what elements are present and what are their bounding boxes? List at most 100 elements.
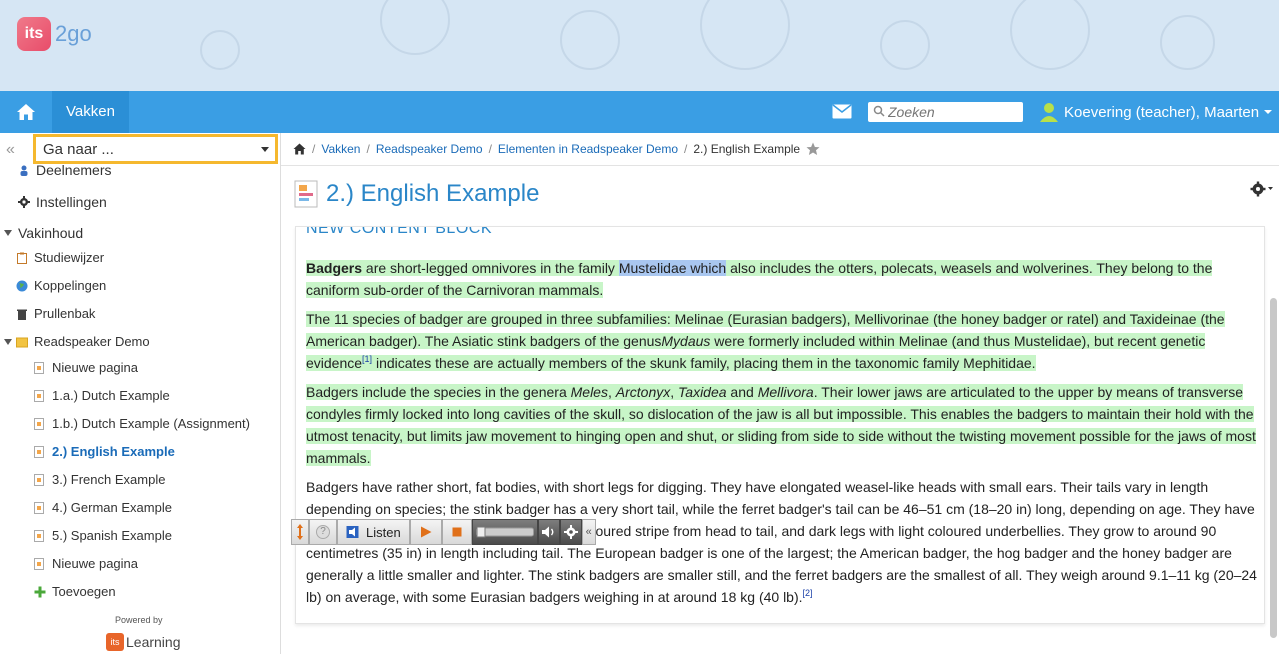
its2go-logo[interactable]: its 2go — [17, 17, 92, 51]
p3-comma-1: , — [607, 384, 616, 400]
readspeaker-listen-button[interactable]: Listen — [337, 519, 410, 545]
page-icon — [34, 501, 44, 514]
sidebar-item-label: Vakinhoud — [18, 225, 84, 241]
sidebar-item-label: Readspeaker Demo — [34, 334, 150, 349]
article-text: Badgers are short-legged omnivores in th… — [306, 257, 1261, 615]
selected-text: Mustelidae which — [618, 260, 727, 276]
breadcrumb-link-vakken[interactable]: Vakken — [321, 142, 360, 156]
sidebar-item-nieuwe-pagina-2[interactable]: Nieuwe pagina — [34, 556, 138, 571]
sidebar-item-label: 1.a.) Dutch Example — [52, 388, 170, 403]
page-icon — [34, 445, 44, 458]
readspeaker-progress-slider[interactable] — [471, 519, 538, 545]
sidebar-item-label: 1.b.) Dutch Example (Assignment) — [52, 416, 250, 431]
p3-italic-3: Taxidea — [678, 384, 727, 400]
sidebar-item-label: Instellingen — [36, 194, 107, 210]
paragraph-2: The 11 species of badger are grouped in … — [306, 308, 1261, 374]
scrollbar-thumb[interactable] — [1270, 298, 1277, 638]
logo-box: its — [17, 17, 51, 51]
sidebar-item-instellingen[interactable]: Instellingen — [18, 194, 107, 210]
p3-and: and — [726, 384, 758, 400]
user-menu[interactable]: Koevering (teacher), Maarten — [1040, 101, 1273, 123]
readspeaker-volume-button[interactable] — [537, 519, 560, 545]
progress-track — [475, 526, 534, 538]
search-input[interactable] — [868, 102, 1023, 122]
resize-vertical-icon — [297, 524, 303, 540]
play-icon — [420, 526, 432, 538]
sidebar-section-vakinhoud[interactable]: Vakinhoud — [4, 225, 83, 241]
itslearning-logo-box: its — [106, 633, 124, 651]
triangle-icon — [4, 230, 12, 236]
p3-text-a: Badgers include the species in the gener… — [306, 384, 571, 400]
readspeaker-play-button[interactable] — [409, 519, 442, 545]
home-icon — [17, 104, 35, 120]
breadcrumb-link-elementen[interactable]: Elementen in Readspeaker Demo — [498, 142, 678, 156]
sidebar-item-prullenbak[interactable]: Prullenbak — [16, 306, 95, 321]
goto-row: « Ga naar ... — [0, 133, 280, 165]
sidebar-item-deelnemers[interactable]: Deelnemers — [18, 162, 111, 178]
sidebar-item-label: 3.) French Example — [52, 472, 166, 487]
sidebar-item-label: Deelnemers — [36, 162, 112, 178]
readspeaker-stop-button[interactable] — [441, 519, 472, 545]
header-banner: its 2go — [0, 0, 1279, 91]
page-icon — [34, 417, 44, 430]
sidebar-item-dutch-assignment[interactable]: 1.b.) Dutch Example (Assignment) — [34, 416, 250, 431]
readspeaker-help-button[interactable]: ? — [309, 519, 337, 545]
clipboard-icon — [17, 252, 27, 264]
sidebar-item-english-example[interactable]: 2.) English Example — [34, 444, 175, 459]
paragraph-1: Badgers are short-legged omnivores in th… — [306, 257, 1261, 301]
readspeaker-toolbar: ? Listen « — [291, 519, 596, 545]
gear-icon — [18, 196, 30, 208]
content-block-heading: NEW CONTENT BLOCK — [306, 226, 492, 237]
stop-icon — [452, 527, 462, 537]
p1-text-a: are short-legged omnivores in the family — [362, 260, 619, 276]
star-icon[interactable] — [806, 142, 820, 156]
breadcrumb-link-readspeaker-demo[interactable]: Readspeaker Demo — [376, 142, 483, 156]
sidebar-item-nieuwe-pagina-1[interactable]: Nieuwe pagina — [34, 360, 138, 375]
sidebar-item-german-example[interactable]: 4.) German Example — [34, 500, 172, 515]
footnote-link-2[interactable]: [2] — [803, 588, 813, 598]
sidebar-item-label: Studiewijzer — [34, 250, 105, 265]
mail-icon[interactable] — [832, 104, 852, 119]
sidebar-item-label: 4.) German Example — [52, 500, 172, 515]
footnote-link-1[interactable]: [1] — [362, 354, 372, 364]
collapse-sidebar-icon[interactable]: « — [6, 141, 15, 159]
sidebar-item-french-example[interactable]: 3.) French Example — [34, 472, 165, 487]
content-block: NEW CONTENT BLOCK Badgers are short-legg… — [295, 226, 1265, 624]
home-button[interactable] — [0, 91, 52, 133]
p2-italic: Mydaus — [661, 333, 711, 349]
content-scrollbar[interactable] — [1268, 140, 1279, 654]
page-title: 2.) English Example — [326, 180, 540, 207]
goto-select[interactable]: Ga naar ... — [33, 134, 278, 164]
sidebar-item-readspeaker-demo[interactable]: Readspeaker Demo — [4, 334, 150, 349]
itslearning-logo[interactable]: its Learning — [106, 633, 181, 651]
sidebar-item-spanish-example[interactable]: 5.) Spanish Example — [34, 528, 172, 543]
user-icon — [1040, 103, 1058, 122]
chevron-down-icon — [261, 147, 269, 152]
home-icon[interactable] — [293, 143, 306, 155]
logo-text: 2go — [55, 21, 92, 46]
sidebar-item-toevoegen[interactable]: Toevoegen — [34, 584, 116, 599]
gear-icon — [563, 525, 578, 539]
paragraph-3: Badgers include the species in the gener… — [306, 381, 1261, 469]
nav-tab-vakken[interactable]: Vakken — [52, 91, 129, 133]
sidebar-item-label: 5.) Spanish Example — [52, 528, 172, 543]
p1-bold: Badgers — [306, 260, 363, 276]
breadcrumb-divider — [281, 165, 1279, 166]
volume-icon — [541, 526, 554, 538]
readspeaker-drag-handle[interactable] — [291, 519, 309, 545]
user-name: Koevering (teacher), Maarten — [1064, 103, 1260, 121]
sidebar-item-koppelingen[interactable]: Koppelingen — [16, 278, 106, 293]
sidebar-item-dutch-example[interactable]: 1.a.) Dutch Example — [34, 388, 170, 403]
listen-label: Listen — [366, 524, 401, 540]
readspeaker-collapse-button[interactable]: « — [581, 519, 596, 545]
help-icon: ? — [316, 525, 330, 539]
p3-italic-1: Meles — [570, 384, 608, 400]
sidebar-item-label: Koppelingen — [34, 278, 107, 293]
triangle-icon — [4, 338, 12, 345]
search-box[interactable] — [868, 102, 1023, 122]
sidebar: « Ga naar ... Deelnemers Instellingen Va… — [0, 133, 281, 654]
sidebar-item-studiewijzer[interactable]: Studiewijzer — [16, 250, 104, 265]
readspeaker-settings-button[interactable] — [559, 519, 582, 545]
sidebar-item-label: Nieuwe pagina — [52, 360, 139, 375]
page-icon — [34, 361, 44, 374]
